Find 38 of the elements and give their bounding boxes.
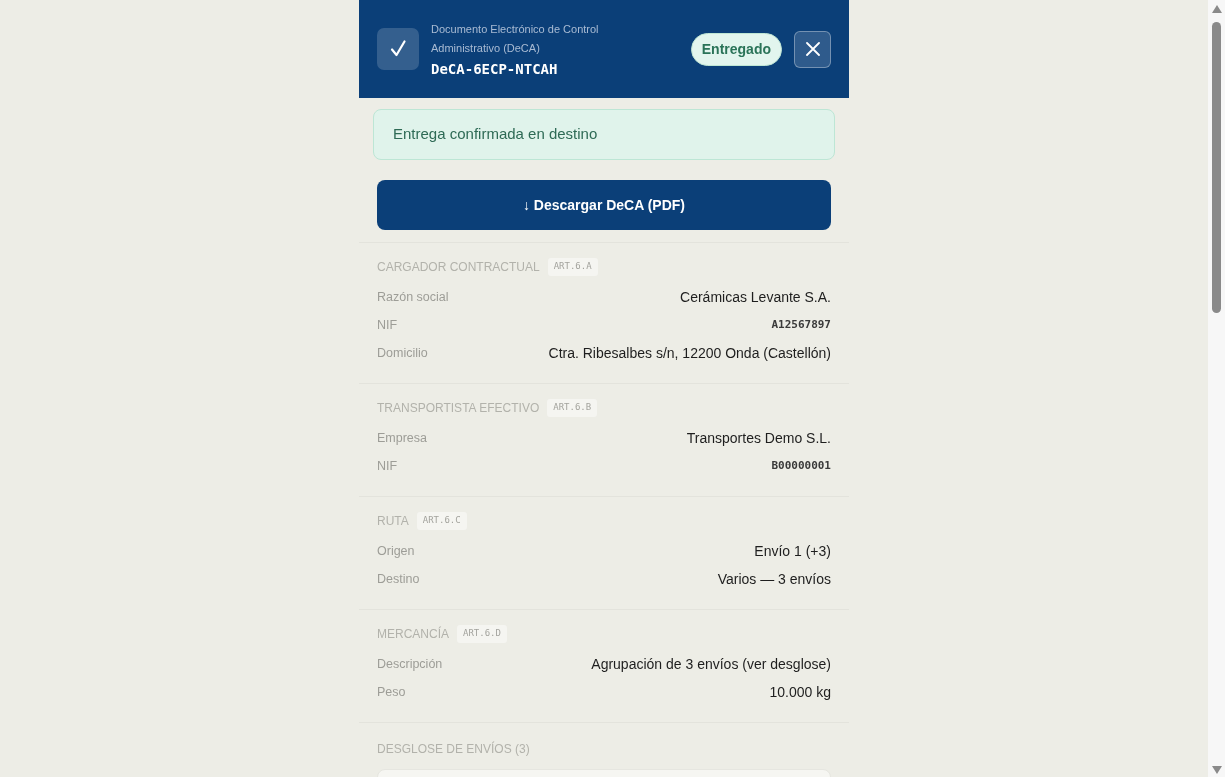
status-badge: Entregado (690, 32, 782, 66)
scroll-down-icon[interactable] (1211, 766, 1222, 774)
success-alert: Entrega confirmada en destino (373, 109, 835, 160)
field-label: NIF (377, 457, 398, 475)
field-label: Destino (377, 570, 420, 588)
field-label: Domicilio (377, 344, 428, 362)
article-tag: ART.6.D (457, 625, 507, 643)
section-heading: CARGADOR CONTRACTUAL (377, 259, 540, 276)
section-heading: MERCANCÍA (377, 625, 449, 643)
field-value: 10.000 kg (769, 682, 831, 702)
download-button[interactable]: ↓ Descargar DeCA (PDF) (377, 180, 831, 230)
field-value: Cerámicas Levante S.A. (680, 287, 831, 307)
article-tag: ART.6.C (416, 512, 467, 530)
article-tag: ART.6.B (547, 399, 598, 417)
field-value: Ctra. Ribesalbes s/n, 12200 Onda (Castellón) (548, 343, 831, 363)
scroll-up-icon[interactable] (1211, 5, 1222, 13)
field-label: Origen (377, 542, 415, 560)
field-label: Empresa (377, 429, 428, 447)
field-value: Varios — 3 envíos (717, 569, 831, 589)
field-value: A12567897 (771, 316, 831, 333)
close-icon (805, 42, 820, 56)
field-value: Agrupación de 3 envíos (ver desglose) (591, 654, 831, 674)
field-label: Peso (377, 683, 406, 701)
article-tag: ART.6.A (547, 258, 598, 276)
field-label: Razón social (377, 288, 449, 306)
field-label: NIF (377, 316, 398, 334)
field-value: Envío 1 (+3) (754, 541, 831, 561)
field-label: Descripción (377, 655, 443, 673)
document-type-title: Documento Electrónico de Control Administrativo (DeCA) (431, 22, 600, 56)
field-value: B00000001 (771, 457, 831, 474)
field-value: Transportes Demo S.L. (686, 428, 831, 448)
check-icon (377, 28, 419, 70)
section-heading: TRANSPORTISTA EFECTIVO (377, 400, 540, 417)
section-heading: RUTA (377, 513, 409, 530)
document-id: DeCA-6ECP-NTCAH (431, 60, 559, 78)
close-button[interactable] (794, 30, 831, 68)
section-heading: DESGLOSE DE ENVÍOS (3) (377, 740, 530, 758)
scrollbar-thumb[interactable] (1212, 22, 1221, 313)
